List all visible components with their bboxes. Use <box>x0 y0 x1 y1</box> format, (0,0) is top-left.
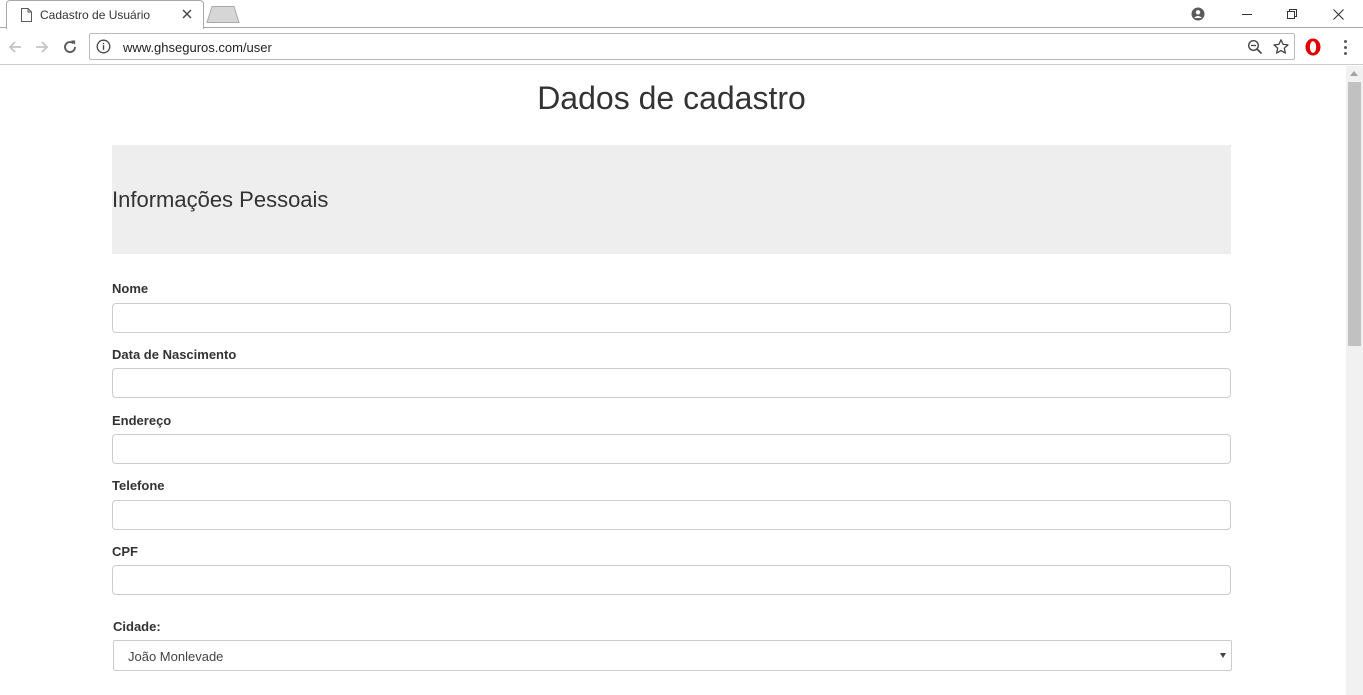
url-text[interactable]: www.ghseguros.com/user <box>123 40 272 55</box>
back-button[interactable] <box>3 35 27 59</box>
page-title: Dados de cadastro <box>537 80 806 116</box>
nascimento-input[interactable] <box>112 368 1231 398</box>
zoom-icon[interactable] <box>1247 39 1263 55</box>
back-icon <box>8 41 21 53</box>
nome-label: Nome <box>112 281 149 296</box>
new-tab-button[interactable] <box>206 6 240 23</box>
opera-icon[interactable] <box>1303 37 1323 57</box>
profile-button[interactable] <box>1175 0 1221 28</box>
forward-button[interactable] <box>30 35 54 59</box>
restore-button[interactable] <box>1269 0 1315 28</box>
vertical-scrollbar[interactable] <box>1346 66 1363 695</box>
dropdown-caret-icon <box>1220 653 1226 658</box>
scroll-up-icon[interactable] <box>1350 71 1358 76</box>
star-icon[interactable] <box>1272 38 1290 56</box>
browser-toolbar: www.ghseguros.com/user <box>0 29 1363 65</box>
menu-icon[interactable] <box>1336 37 1354 57</box>
endereco-input[interactable] <box>112 434 1231 464</box>
profile-icon <box>1191 7 1205 21</box>
cidade-label: Cidade: <box>113 619 161 634</box>
telefone-label: Telefone <box>112 478 165 493</box>
browser-tab[interactable]: Cadastro de Usuário <box>6 0 204 29</box>
tab-title: Cadastro de Usuário <box>40 8 151 22</box>
cidade-selected-value: João Monlevade <box>128 649 224 664</box>
restore-icon <box>1287 9 1297 19</box>
telefone-input[interactable] <box>112 500 1231 530</box>
reload-button[interactable] <box>58 35 82 59</box>
cidade-select[interactable]: João Monlevade <box>113 640 1232 671</box>
minimize-icon <box>1242 14 1252 15</box>
info-icon[interactable] <box>96 39 111 54</box>
section-title: Informações Pessoais <box>112 187 329 212</box>
address-bar[interactable]: www.ghseguros.com/user <box>89 33 1295 60</box>
cpf-input[interactable] <box>112 565 1231 595</box>
close-window-icon <box>1332 8 1344 20</box>
endereco-label: Endereço <box>112 413 172 428</box>
nome-input[interactable] <box>112 303 1231 333</box>
tab-close-icon[interactable] <box>179 6 195 22</box>
reload-icon <box>64 40 76 53</box>
forward-icon <box>36 41 49 53</box>
scrollbar-thumb[interactable] <box>1348 82 1361 346</box>
close-window-button[interactable] <box>1315 0 1361 28</box>
nascimento-label: Data de Nascimento <box>112 347 237 362</box>
browser-titlebar: Cadastro de Usuário <box>0 0 1363 29</box>
page-viewport: Dados de cadastro Informações Pessoais N… <box>0 66 1346 695</box>
section-header: Informações Pessoais <box>112 145 1231 254</box>
cpf-label: CPF <box>112 544 138 559</box>
minimize-button[interactable] <box>1224 0 1270 28</box>
page-icon <box>21 8 32 22</box>
